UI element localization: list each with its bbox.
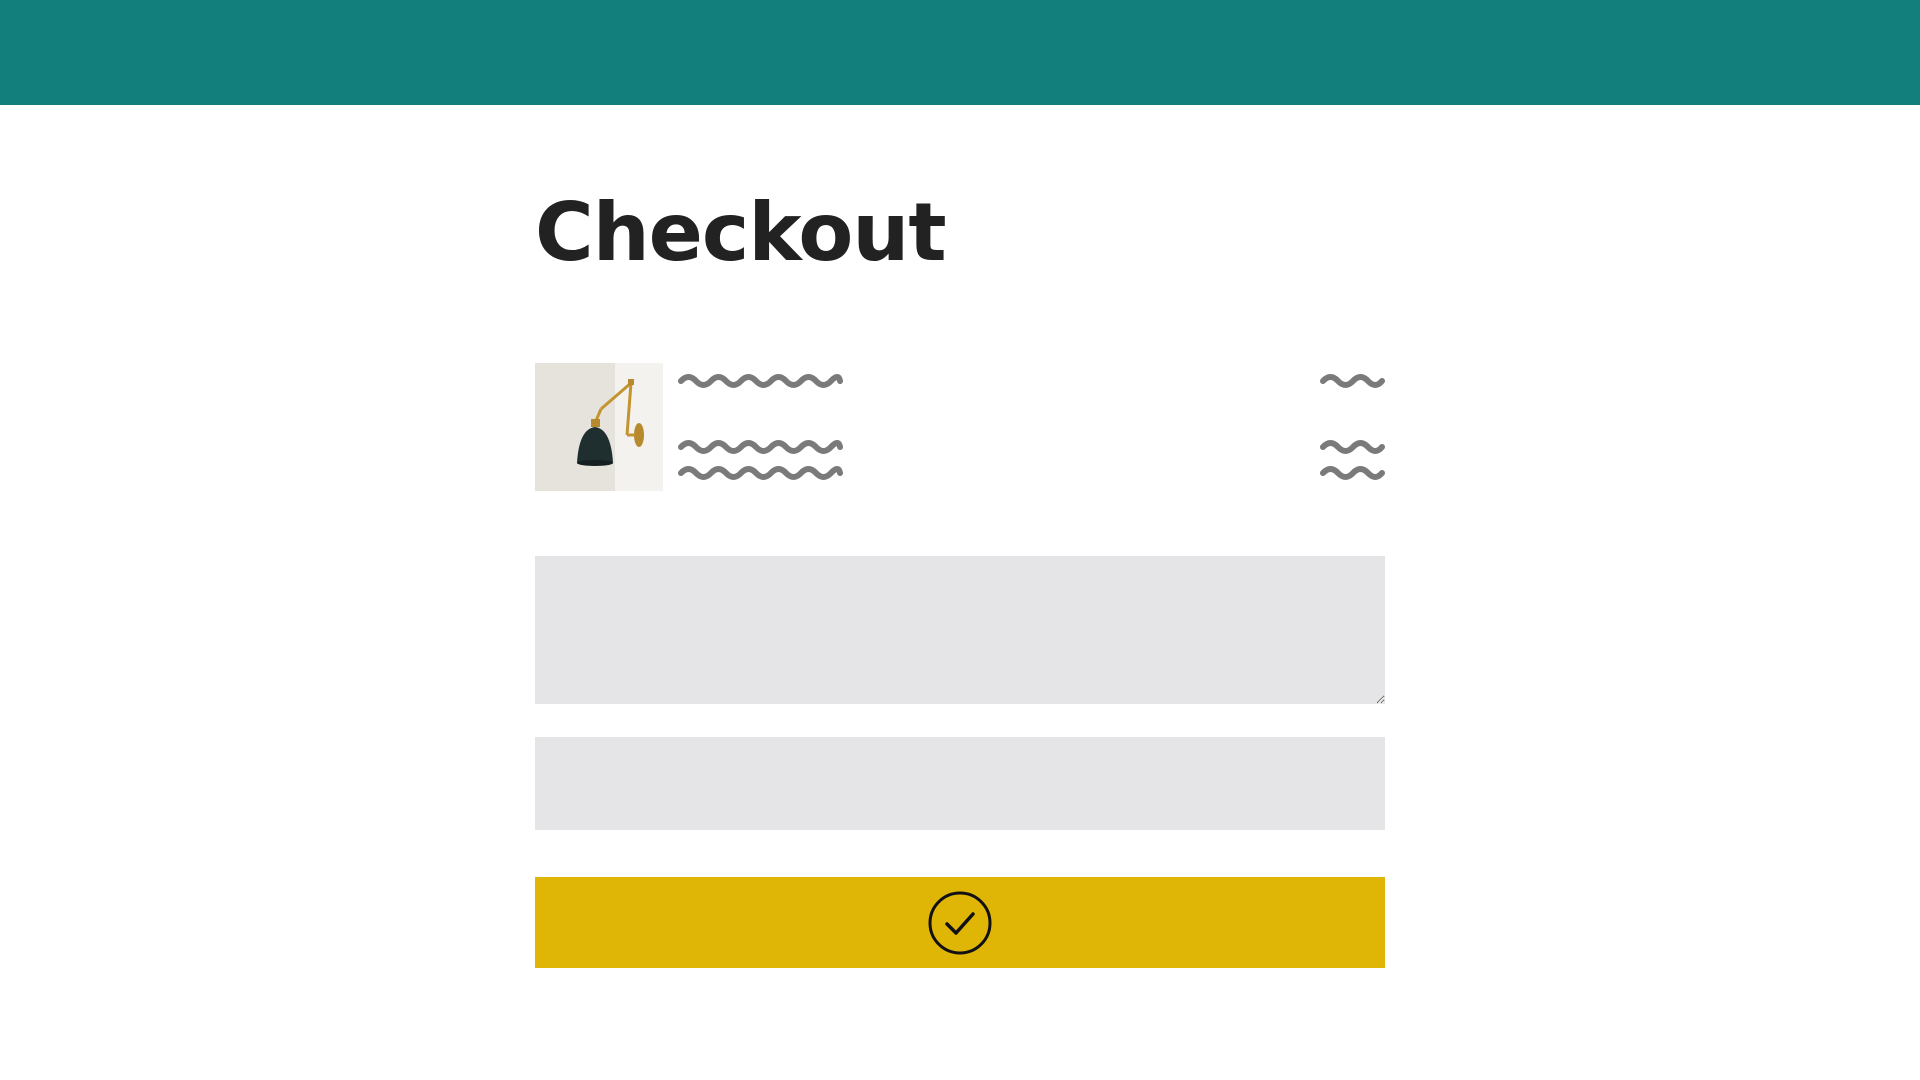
item-price-placeholder bbox=[1320, 440, 1385, 454]
confirm-checkout-button[interactable] bbox=[535, 877, 1385, 968]
item-name-placeholder bbox=[678, 374, 843, 388]
item-description-placeholder bbox=[678, 440, 843, 454]
item-description-placeholder bbox=[678, 466, 843, 480]
checkout-textarea-field[interactable] bbox=[535, 556, 1385, 704]
header-bar bbox=[0, 0, 1920, 105]
item-price-placeholder bbox=[1320, 466, 1385, 480]
checkout-input-field[interactable] bbox=[535, 737, 1385, 830]
product-thumbnail bbox=[535, 363, 663, 491]
item-price-placeholder bbox=[1320, 374, 1385, 388]
cart-item bbox=[535, 363, 1385, 491]
check-circle-icon bbox=[928, 891, 992, 954]
page-title: Checkout bbox=[535, 186, 947, 279]
